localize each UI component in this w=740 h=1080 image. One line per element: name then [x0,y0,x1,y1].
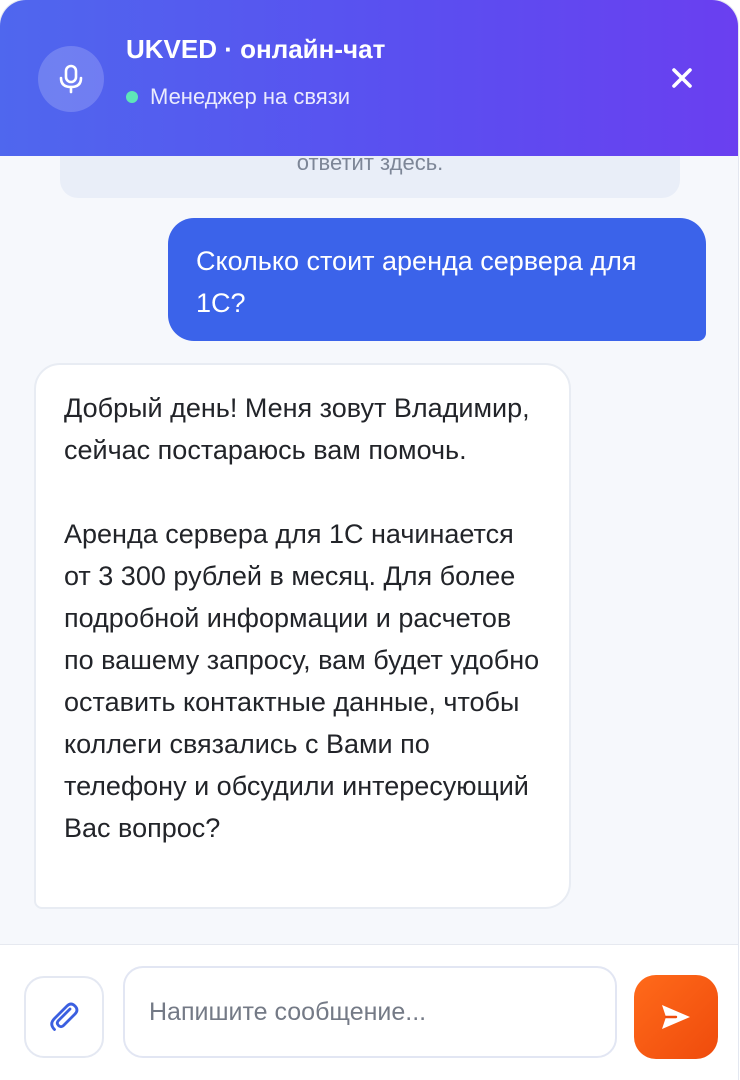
chat-title: UKVED · онлайн-чат [126,34,386,64]
chat-header: UKVED · онлайн-чат Менеджер на связи [0,0,738,156]
online-status-dot [126,91,138,103]
manager-status-text: Менеджер на связи [150,84,351,109]
microphone-icon [57,64,85,94]
manager-status: Менеджер на связи [126,84,350,110]
close-button[interactable] [662,58,702,98]
attach-file-button[interactable] [24,976,104,1058]
send-button[interactable] [634,975,718,1059]
paperclip-icon [46,999,82,1035]
send-icon [660,1003,692,1031]
chat-window: ответит здесь. Сколько стоит аренда серв… [0,0,738,1080]
message-input[interactable] [123,966,617,1058]
close-icon [671,67,693,89]
message-composer [0,944,738,1080]
user-message-bubble: Сколько стоит аренда сервера для 1С? [168,218,706,341]
microphone-button[interactable] [38,46,104,112]
agent-message-bubble: Добрый день! Меня зовут Владимир, сейчас… [34,363,571,909]
